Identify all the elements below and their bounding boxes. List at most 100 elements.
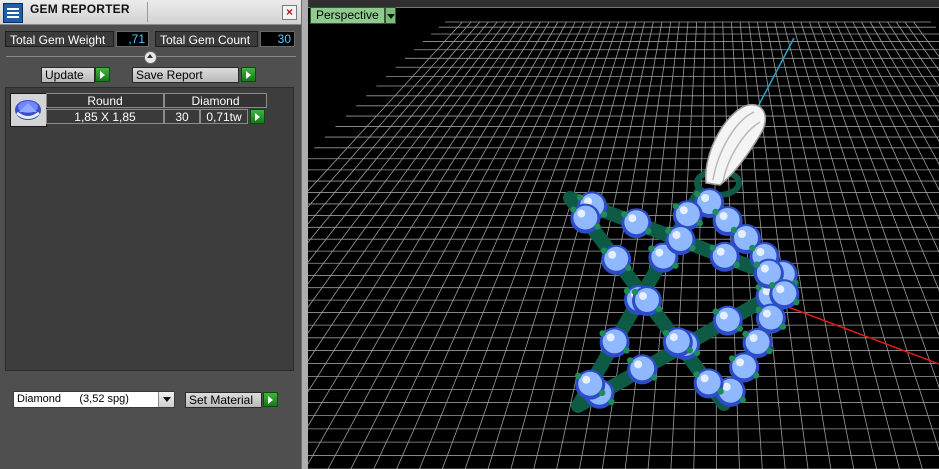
- gem-prong: [712, 208, 719, 216]
- gem-prong: [694, 190, 701, 198]
- save-report-go-icon[interactable]: [241, 67, 256, 82]
- gem-list: [5, 87, 294, 371]
- gem-stone-face: [758, 305, 783, 330]
- gem-row-go-icon[interactable]: [250, 109, 265, 124]
- gem-prong: [621, 211, 628, 218]
- grid-line: [774, 21, 878, 469]
- view-mode-dropdown-icon[interactable]: [385, 7, 396, 24]
- gem-stone-face: [630, 356, 655, 381]
- gem-stone-highlight: [736, 358, 745, 367]
- gem-stone: [575, 369, 606, 400]
- gem-count-value: 30: [164, 109, 200, 124]
- close-icon[interactable]: ×: [282, 5, 297, 20]
- gem-prong: [696, 220, 703, 227]
- view-mode-selector[interactable]: Perspective: [310, 7, 385, 24]
- gem-prong: [631, 288, 639, 296]
- gem-stone-highlight: [776, 285, 785, 294]
- total-gem-count-label: Total Gem Count: [155, 31, 258, 47]
- gem-prong: [733, 261, 740, 268]
- chevron-down-icon[interactable]: [158, 392, 174, 407]
- gem-stone: [709, 241, 740, 272]
- gem-prong: [645, 228, 652, 235]
- gem-prong: [599, 330, 606, 337]
- gem-stone-face: [635, 288, 659, 312]
- gem-prong: [627, 357, 634, 364]
- gem-stone-highlight: [577, 209, 586, 218]
- total-gem-weight-label: Total Gem Weight: [5, 31, 114, 47]
- gem-stone: [627, 354, 658, 385]
- gem-prong: [739, 396, 746, 403]
- update-button[interactable]: Update: [41, 67, 95, 83]
- gem-prong: [753, 261, 761, 268]
- set-material-go-icon[interactable]: [263, 392, 278, 407]
- gem-prong: [693, 371, 700, 378]
- gem-stone: [621, 208, 652, 239]
- gem-stone: [693, 368, 724, 399]
- gem-prong: [793, 299, 800, 306]
- panel-splitter[interactable]: [301, 0, 308, 469]
- total-gem-weight-value: ,71: [116, 31, 149, 47]
- gem-prong: [625, 264, 632, 271]
- gem-stone-face: [668, 227, 693, 251]
- gem-prong: [717, 388, 724, 395]
- gem-prong: [655, 305, 663, 313]
- gem-stone-highlight: [738, 230, 746, 238]
- grid-line: [308, 21, 550, 427]
- gem-stone: [631, 286, 663, 316]
- gem-stone-highlight: [760, 264, 769, 273]
- grid-line: [817, 21, 939, 336]
- gem-stone-highlight: [716, 247, 725, 256]
- gem-stone-highlight: [672, 231, 681, 239]
- gem-prong: [766, 347, 773, 355]
- gem-reporter-panel: GEM REPORTER × Total Gem Weight ,71 Tota…: [0, 0, 301, 469]
- save-report-button[interactable]: Save Report: [132, 67, 239, 83]
- grid-line: [765, 21, 855, 469]
- gem-stone-highlight: [639, 292, 647, 300]
- round-gem-thumbnail[interactable]: [10, 93, 47, 127]
- set-material-button[interactable]: Set Material: [185, 392, 262, 408]
- gem-stone-highlight: [719, 212, 728, 220]
- gem-prong: [693, 349, 701, 357]
- gem-prong: [623, 347, 630, 354]
- gem-stone-face: [602, 329, 627, 354]
- grid-line: [308, 21, 463, 192]
- gem-prong: [651, 374, 658, 381]
- gem-stone-face: [772, 281, 797, 306]
- gem-prong: [755, 306, 763, 313]
- gem-stone-highlight: [701, 194, 710, 202]
- gem-prong: [600, 211, 608, 218]
- gem-prong: [594, 223, 601, 230]
- grid-line: [308, 21, 559, 465]
- gem-stone-highlight: [679, 206, 688, 215]
- gem-stones: [570, 188, 800, 409]
- grid-line: [800, 21, 939, 452]
- 3d-viewport[interactable]: Perspective: [308, 0, 939, 469]
- gem-prong: [728, 355, 736, 362]
- gem-stone: [712, 305, 743, 336]
- gem-prong: [672, 262, 679, 269]
- gem-prong: [601, 247, 608, 254]
- gem-prong: [749, 244, 756, 252]
- gem-prong: [608, 398, 615, 405]
- gem-stone: [570, 203, 601, 234]
- gem-stone-highlight: [722, 382, 731, 391]
- grid-line: [350, 21, 576, 469]
- material-select[interactable]: Diamond (3,52 spg): [13, 391, 175, 408]
- gem-stone-highlight: [719, 311, 728, 320]
- gem-stone-face: [578, 371, 603, 396]
- gem-prong: [665, 227, 672, 235]
- gem-prong: [752, 372, 760, 379]
- update-go-icon[interactable]: [95, 67, 110, 82]
- gem-prong: [599, 389, 606, 396]
- gem-prong: [648, 245, 655, 252]
- gem-stone-face: [573, 205, 598, 230]
- gem-prong: [623, 287, 631, 295]
- gem-prong: [736, 325, 743, 332]
- x-axis-line: [782, 304, 939, 365]
- gem-stone-highlight: [762, 309, 771, 318]
- collapse-icon[interactable]: [144, 51, 157, 64]
- gem-stone-highlight: [749, 334, 758, 342]
- panel-titlebar: GEM REPORTER ×: [0, 0, 301, 25]
- grid-line: [843, 21, 939, 220]
- gem-weight-value: 0,71tw: [200, 109, 248, 124]
